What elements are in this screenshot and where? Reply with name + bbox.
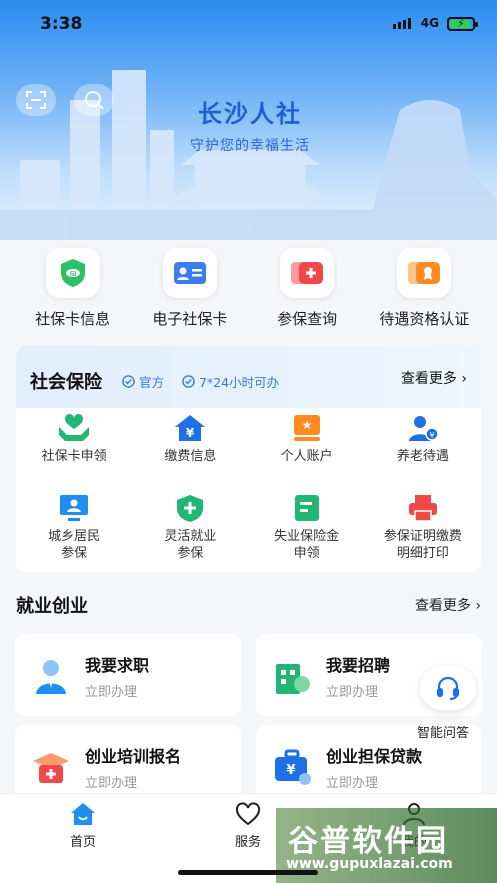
- app-slogan: 守护您的幸福生活: [190, 138, 310, 154]
- social-more-link[interactable]: 查看更多 ›: [401, 368, 467, 388]
- loan-briefcase-icon: ¥: [275, 749, 311, 785]
- account-icon: ★: [289, 412, 325, 444]
- pension-icon: ¥: [405, 412, 441, 444]
- service-label: 缴费信息: [164, 449, 217, 464]
- smart-qa-label: 智能问答: [417, 726, 470, 741]
- scan-icon: [26, 91, 46, 109]
- unemployment-icon: [289, 492, 325, 524]
- graduation-cap-icon: [33, 753, 69, 783]
- job-seeker-icon: [36, 660, 66, 694]
- certificate-icon: [397, 248, 452, 298]
- heart-icon: [235, 802, 261, 826]
- chevron-right-icon: ›: [461, 371, 467, 387]
- svg-text:¥: ¥: [429, 431, 434, 440]
- service-card-apply[interactable]: 社保卡申领: [16, 412, 132, 484]
- service-pension[interactable]: ¥ 养老待遇: [365, 412, 481, 484]
- service-label: 失业保险金 申领: [274, 529, 340, 561]
- query-icon: [280, 248, 335, 298]
- id-card-icon: [162, 248, 217, 298]
- service-resident-insurance[interactable]: 城乡居民 参保: [16, 492, 132, 564]
- signal-icon: [393, 18, 411, 29]
- svg-text:¥: ¥: [186, 426, 195, 440]
- app-title: 长沙人社: [198, 100, 302, 128]
- quick-item-label: 社保卡信息: [35, 310, 111, 328]
- service-payment-info[interactable]: ¥ 缴费信息: [132, 412, 248, 484]
- service-label: 城乡居民 参保: [48, 529, 101, 561]
- quick-item-qualification-auth[interactable]: 待遇资格认证: [368, 240, 480, 332]
- quick-item-card-info[interactable]: SI 社保卡信息: [17, 240, 129, 332]
- card-subtitle: 立即办理: [85, 685, 138, 700]
- search-button[interactable]: [74, 84, 114, 116]
- header-banner: 3:38 4G ⚡ 长沙人社 守护您的幸福生活: [0, 0, 497, 240]
- quick-item-label: 电子社保卡: [152, 310, 228, 328]
- employment-more-link[interactable]: 查看更多 ›: [415, 595, 481, 615]
- service-label: 参保证明缴费 明细打印: [383, 529, 462, 561]
- search-icon: [85, 91, 104, 110]
- social-service-grid: 社保卡申领 ¥ 缴费信息 ★ 个人账户 ¥ 养老待遇 城乡居民 参保 灵活就业 …: [16, 412, 481, 564]
- card-title: 我要求职: [85, 656, 150, 675]
- service-label: 养老待遇: [396, 449, 449, 464]
- smart-qa-button[interactable]: [420, 666, 476, 710]
- chevron-right-icon: ›: [475, 598, 481, 614]
- employment-section-title: 就业创业: [16, 596, 88, 617]
- social-insurance-card: 社会保险 官方 7*24小时可办 查看更多 › 社保卡申领 ¥ 缴费信息 ★ 个…: [16, 346, 481, 572]
- shield-card-icon: SI: [45, 248, 100, 298]
- home-icon: [71, 803, 95, 825]
- service-unemployment[interactable]: 失业保险金 申领: [249, 492, 365, 564]
- printer-icon: [405, 492, 441, 524]
- network-label: 4G: [420, 16, 439, 30]
- official-tag: 官方: [122, 372, 164, 391]
- tab-label: 服务: [234, 835, 261, 850]
- headset-icon: [436, 676, 460, 701]
- check-circle-icon: [122, 375, 135, 388]
- official-tag-label: 官方: [139, 375, 165, 390]
- quick-item-insurance-query[interactable]: 参保查询: [251, 240, 363, 332]
- status-time: 3:38: [40, 14, 83, 34]
- resident-icon: [56, 492, 92, 524]
- svg-text:★: ★: [301, 418, 312, 432]
- home-indicator: [178, 870, 318, 875]
- quick-item-label: 参保查询: [277, 310, 338, 328]
- check-circle-icon: [182, 375, 195, 388]
- social-insurance-title: 社会保险: [30, 372, 102, 393]
- quick-item-e-card[interactable]: 电子社保卡: [134, 240, 246, 332]
- tab-label: 首页: [69, 835, 96, 850]
- service-label: 灵活就业 参保: [164, 529, 217, 561]
- card-subtitle: 立即办理: [326, 685, 379, 700]
- battery-icon: ⚡: [447, 17, 478, 31]
- service-personal-account[interactable]: ★ 个人账户: [249, 412, 365, 484]
- watermark-title: 谷普软件园: [288, 824, 448, 859]
- service-label: 社保卡申领: [41, 449, 107, 464]
- tab-home[interactable]: 首页: [43, 802, 123, 850]
- card-subtitle: 立即办理: [85, 776, 138, 791]
- card-title: 创业培训报名: [85, 747, 182, 766]
- brand-block: 长沙人社 守护您的幸福生活: [160, 94, 340, 155]
- card-title: 创业担保贷款: [326, 747, 423, 766]
- quick-entry-row: SI 社保卡信息 电子社保卡 参保查询 待遇资格认证: [0, 240, 497, 332]
- service-label: 个人账户: [280, 449, 333, 464]
- always-available-label: 7*24小时可办: [199, 375, 280, 390]
- more-label: 查看更多: [400, 371, 457, 387]
- job-seeking-card[interactable]: 我要求职 立即办理: [15, 634, 241, 716]
- status-bar: 3:38 4G ⚡: [0, 0, 497, 48]
- svg-text:¥: ¥: [286, 763, 295, 778]
- flexible-employment-icon: [172, 492, 208, 524]
- more-label: 查看更多: [414, 598, 471, 614]
- always-available-tag: 7*24小时可办: [182, 372, 279, 391]
- service-flexible-employment[interactable]: 灵活就业 参保: [132, 492, 248, 564]
- quick-item-label: 待遇资格认证: [379, 310, 470, 328]
- payment-house-icon: ¥: [172, 412, 208, 444]
- card-title: 我要招聘: [326, 656, 391, 675]
- service-print-proof[interactable]: 参保证明缴费 明细打印: [365, 492, 481, 564]
- card-subtitle: 立即办理: [326, 776, 379, 791]
- hands-heart-icon: [56, 412, 92, 444]
- building-icon: [276, 664, 310, 694]
- svg-text:SI: SI: [69, 271, 76, 278]
- scan-button[interactable]: [16, 84, 56, 116]
